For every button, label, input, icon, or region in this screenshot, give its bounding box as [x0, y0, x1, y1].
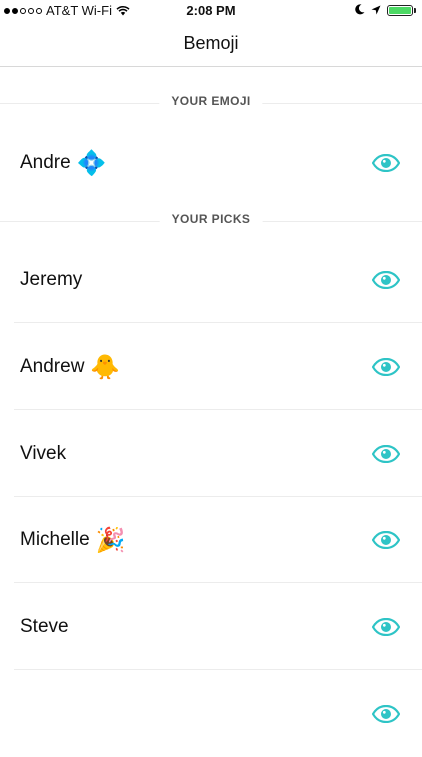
contact-name: Steve: [20, 616, 69, 637]
row-divider: [14, 409, 422, 410]
moon-icon: [355, 3, 365, 18]
section-label: YOUR PICKS: [159, 212, 263, 226]
battery-icon: [387, 5, 416, 16]
list-item-your-emoji[interactable]: Andre 💠: [0, 120, 422, 206]
contact-name: Andrew: [20, 356, 85, 377]
eye-icon[interactable]: [372, 445, 400, 463]
list-item-pick[interactable]: Jeremy: [0, 237, 422, 323]
eye-icon[interactable]: [372, 705, 400, 723]
location-arrow-icon: [371, 3, 381, 18]
status-bar: AT&T Wi-Fi 2:08 PM: [0, 0, 422, 22]
assigned-emoji: 💠: [76, 149, 107, 177]
eye-icon[interactable]: [372, 531, 400, 549]
eye-icon[interactable]: [372, 271, 400, 289]
row-divider: [14, 669, 422, 670]
eye-icon[interactable]: [372, 618, 400, 636]
eye-icon[interactable]: [372, 154, 400, 172]
page-title: Bemoji: [183, 33, 239, 53]
contact-name: Jeremy: [20, 269, 83, 290]
contact-name: Andre: [20, 152, 71, 173]
row-divider: [14, 582, 422, 583]
status-right: [355, 3, 416, 18]
row-divider: [14, 322, 422, 323]
assigned-emoji: 🐥: [90, 353, 121, 381]
eye-icon[interactable]: [372, 358, 400, 376]
navigation-bar: Bemoji: [0, 22, 422, 67]
list-item-pick[interactable]: Vivek: [0, 411, 422, 497]
section-header-your-picks: YOUR PICKS: [0, 209, 422, 233]
list-item-pick[interactable]: Steve: [0, 584, 422, 670]
section-label: YOUR EMOJI: [159, 94, 263, 108]
contact-name: Vivek: [20, 443, 67, 464]
list-item-pick[interactable]: [0, 671, 422, 757]
list-item-pick[interactable]: Michelle 🎉: [0, 497, 422, 583]
section-header-your-emoji: YOUR EMOJI: [0, 91, 422, 115]
list-item-pick[interactable]: Andrew 🐥: [0, 324, 422, 410]
contact-name: Michelle: [20, 529, 90, 550]
assigned-emoji: 🎉: [95, 526, 126, 554]
